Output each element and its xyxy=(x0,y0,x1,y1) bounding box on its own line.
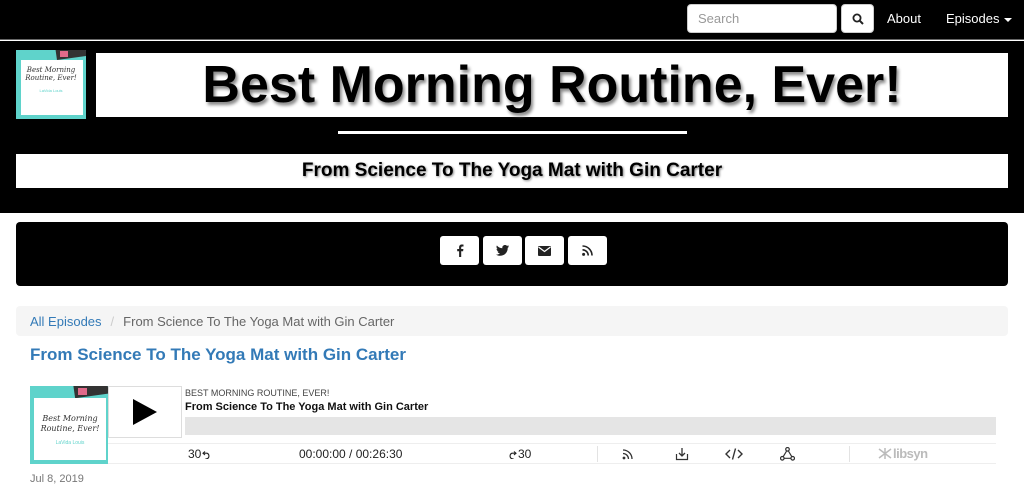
breadcrumb-separator: / xyxy=(110,313,115,329)
episode-date: Jul 8, 2019 xyxy=(30,473,84,485)
breadcrumb-current: From Science To The Yoga Mat with Gin Ca… xyxy=(123,313,395,329)
logo-accent-shape xyxy=(60,51,68,57)
facebook-icon xyxy=(456,244,463,257)
artwork-subtitle: LaVida Louis xyxy=(55,440,85,446)
libsyn-label: libsyn xyxy=(893,446,928,461)
code-icon xyxy=(725,448,743,460)
search-icon xyxy=(852,13,864,25)
logo-subtitle: LaVida Louis xyxy=(39,88,63,93)
rss-icon xyxy=(582,245,593,256)
embed-code-button[interactable] xyxy=(725,445,743,463)
twitter-icon xyxy=(496,245,509,256)
artwork-title: Best Morning Routine, Ever! xyxy=(40,414,100,433)
social-bar xyxy=(16,222,1008,286)
player-show-name: BEST MORNING ROUTINE, EVER! xyxy=(185,388,330,398)
facebook-share-button[interactable] xyxy=(440,236,479,265)
site-subtitle: From Science To The Yoga Mat with Gin Ca… xyxy=(301,160,723,181)
breadcrumb: All Episodes / From Science To The Yoga … xyxy=(16,306,1008,336)
email-icon xyxy=(538,245,551,256)
download-button[interactable] xyxy=(673,445,691,463)
artwork-accent-shape xyxy=(78,388,87,395)
play-button[interactable] xyxy=(108,386,182,438)
search-input[interactable] xyxy=(687,4,837,33)
top-navbar: About Episodes xyxy=(0,0,1024,40)
twitter-share-button[interactable] xyxy=(483,236,522,265)
hero-header: Best Morning Routine, Ever! LaVida Louis… xyxy=(0,41,1024,213)
share-button[interactable] xyxy=(778,445,796,463)
player-episode-title: From Science To The Yoga Mat with Gin Ca… xyxy=(185,401,429,413)
forward-label: 30 xyxy=(518,447,532,461)
episode-artwork: Best Morning Routine, Ever! LaVida Louis xyxy=(30,386,108,464)
player-rss-button[interactable] xyxy=(619,445,637,463)
play-icon xyxy=(133,399,157,425)
nav-episodes-dropdown[interactable]: Episodes xyxy=(946,11,1013,26)
hero-divider xyxy=(338,131,687,134)
audio-player: Best Morning Routine, Ever! LaVida Louis… xyxy=(30,386,996,464)
libsyn-logo[interactable]: libsyn xyxy=(878,446,928,461)
nav-episodes-label: Episodes xyxy=(946,11,1000,26)
subtitle-banner: From Science To The Yoga Mat with Gin Ca… xyxy=(16,154,1008,188)
forward-30-button[interactable]: 30 xyxy=(508,447,531,461)
forward-icon xyxy=(509,451,517,460)
title-banner: Best Morning Routine, Ever! xyxy=(96,53,1008,117)
logo-title: Best Morning Routine, Ever! xyxy=(25,66,77,82)
rewind-30-button[interactable]: 30 xyxy=(188,447,211,461)
nav-about-link[interactable]: About xyxy=(887,11,921,26)
progress-bar[interactable] xyxy=(185,417,996,435)
site-title: Best Morning Routine, Ever! xyxy=(202,56,902,114)
chevron-down-icon xyxy=(1004,17,1013,22)
rewind-label: 30 xyxy=(188,447,202,461)
controls-divider xyxy=(597,446,598,462)
rss-icon xyxy=(622,449,633,460)
email-share-button[interactable] xyxy=(525,236,564,265)
episode-title-link[interactable]: From Science To The Yoga Mat with Gin Ca… xyxy=(30,345,406,365)
breadcrumb-all-episodes-link[interactable]: All Episodes xyxy=(30,314,102,329)
rss-feed-button[interactable] xyxy=(568,236,607,265)
controls-divider xyxy=(849,446,850,462)
rewind-icon xyxy=(202,451,210,460)
share-icon xyxy=(779,447,795,461)
libsyn-mark-icon xyxy=(878,448,892,459)
playback-time: 00:00:00 / 00:26:30 xyxy=(299,447,403,461)
search-button[interactable] xyxy=(841,4,874,33)
player-controls: 30 00:00:00 / 00:26:30 30 libsyn xyxy=(108,443,996,464)
podcast-logo[interactable]: Best Morning Routine, Ever! LaVida Louis xyxy=(16,50,86,119)
download-icon xyxy=(675,448,689,461)
